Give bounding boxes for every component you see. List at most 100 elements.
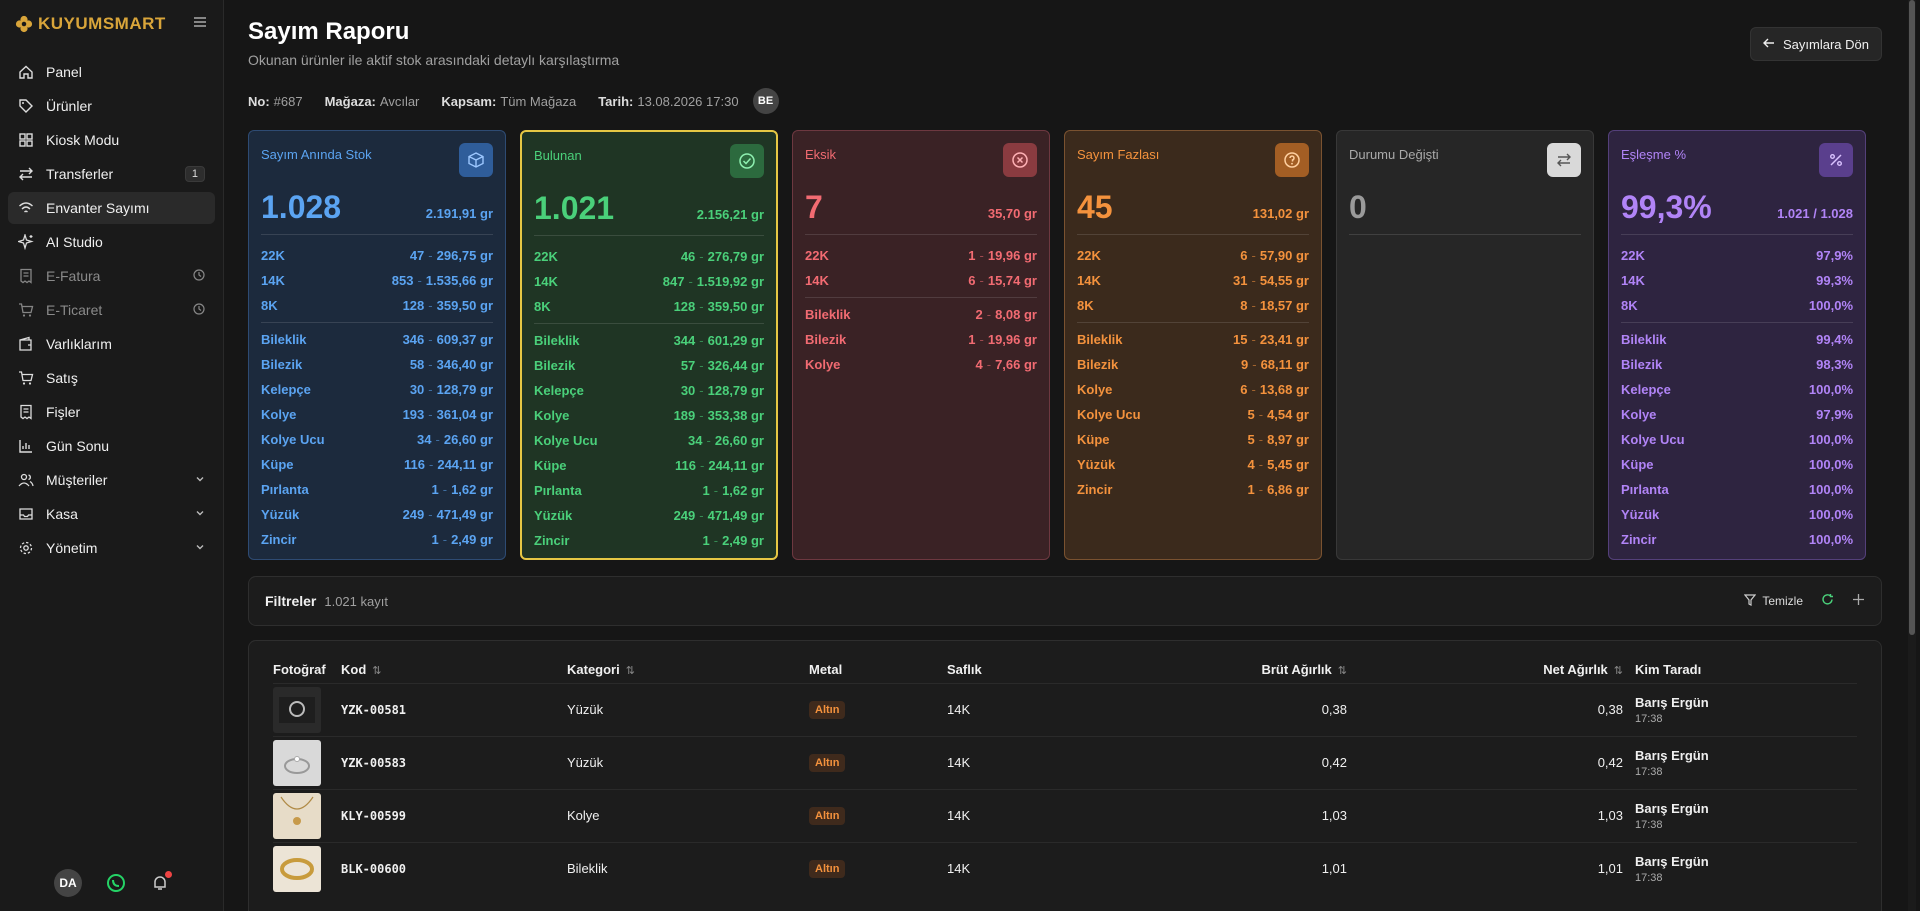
row-separator: - bbox=[428, 298, 433, 313]
row-label: Kolye Ucu bbox=[534, 433, 598, 448]
scan-time: 17:38 bbox=[1635, 818, 1663, 831]
row-weight: 5,45 gr bbox=[1267, 457, 1309, 472]
purity: 14K bbox=[947, 682, 1097, 736]
row-label: Yüzük bbox=[1077, 457, 1116, 472]
sidebar-item-musteriler[interactable]: Müşteriler bbox=[8, 464, 215, 496]
breakdown-row: Kelepçe 30-128,79 gr bbox=[534, 378, 764, 403]
sidebar-item-envanter[interactable]: Envanter Sayımı bbox=[8, 192, 215, 224]
row-weight: 68,11 gr bbox=[1260, 357, 1309, 372]
sidebar-item-yonetim[interactable]: Yönetim bbox=[8, 532, 215, 564]
back-button-label: Sayımlara Dön bbox=[1783, 36, 1869, 52]
card-title: Eksik bbox=[805, 147, 837, 162]
row-weight: 26,60 gr bbox=[714, 433, 764, 448]
breakdown-row: Bileklik 99,4% bbox=[1621, 327, 1853, 352]
avatar[interactable]: DA bbox=[54, 869, 82, 897]
sidebar-item-varliklar[interactable]: Varlıklarım bbox=[8, 328, 215, 360]
whatsapp-icon[interactable] bbox=[106, 873, 126, 893]
row-label: 22K bbox=[261, 248, 285, 263]
col-code[interactable]: Kod ⇅ bbox=[341, 657, 567, 683]
row-label: Bilezik bbox=[805, 332, 847, 347]
breakdown-row: 8K 128-359,50 gr bbox=[534, 294, 764, 319]
sidebar-item-fisler[interactable]: Fişler bbox=[8, 396, 215, 428]
sidebar-item-satis[interactable]: Satış bbox=[8, 362, 215, 394]
row-label: Kolye bbox=[261, 407, 297, 422]
row-count: 189 bbox=[673, 408, 696, 423]
sidebar-item-kasa[interactable]: Kasa bbox=[8, 498, 215, 530]
scrollbar-thumb[interactable] bbox=[1909, 0, 1915, 635]
product-photo[interactable] bbox=[273, 845, 321, 892]
gross-weight: 1,03 bbox=[1097, 788, 1359, 842]
row-label: Kolye bbox=[534, 408, 570, 423]
row-count: 1 bbox=[968, 332, 976, 347]
bell-icon[interactable] bbox=[150, 871, 172, 893]
breakdown-row: Bilezik 1-19,96 gr bbox=[805, 327, 1037, 352]
menu-icon[interactable] bbox=[193, 15, 207, 33]
breakdown-row: Yüzük 4-5,45 gr bbox=[1077, 452, 1309, 477]
row-count: 9 bbox=[1240, 357, 1249, 372]
sidebar-item-label: Envanter Sayımı bbox=[46, 200, 150, 216]
clear-filters-button[interactable]: Temizle bbox=[1744, 593, 1803, 609]
sort-icon: ⇅ bbox=[1337, 665, 1347, 678]
sidebar-item-eticaret[interactable]: E-Ticaret bbox=[8, 294, 215, 326]
sidebar-item-label: Fişler bbox=[46, 404, 81, 420]
metal-cell: Altın bbox=[809, 682, 947, 736]
breakdown-row: 22K 6-57,90 gr bbox=[1077, 243, 1309, 268]
card-surplus: Sayım Fazlası 45 131,02 gr 22K 6-57,90 gr… bbox=[1064, 130, 1322, 560]
card-title: Sayım Anında Stok bbox=[261, 147, 372, 162]
col-gross-weight[interactable]: Brüt Ağırlık ⇅ bbox=[1097, 657, 1359, 683]
sidebar-item-transferler[interactable]: Transferler 1 bbox=[8, 158, 215, 190]
main-content: Sayım Raporu Okunan ürünler ile aktif st… bbox=[224, 0, 1920, 911]
metal-badge: Altın bbox=[809, 753, 846, 772]
card-match-percent: Eşleşme % 99,3% 1.021 / 1.028 22K 97,9% 14… bbox=[1608, 130, 1866, 560]
col-scanned-by: Kim Taradı bbox=[1635, 662, 1702, 678]
product-photo[interactable] bbox=[273, 686, 321, 733]
sidebar-item-kiosk[interactable]: Kiosk Modu bbox=[8, 124, 215, 156]
table-row[interactable]: BLK-00600 Bileklik Altın 14K 1,01 1,01 Barış E… bbox=[273, 841, 1857, 895]
table-row[interactable]: YZK-00581 Yüzük Altın 14K 0,38 0,38 Barış Ergü… bbox=[273, 682, 1857, 736]
group-divider bbox=[534, 323, 764, 324]
product-photo[interactable] bbox=[273, 739, 321, 786]
sidebar-item-gunsonu[interactable]: Gün Sonu bbox=[8, 430, 215, 462]
row-separator: - bbox=[979, 248, 984, 263]
product-category: Yüzük bbox=[567, 735, 809, 789]
refresh-icon[interactable] bbox=[1821, 593, 1834, 609]
cart-icon bbox=[18, 302, 34, 318]
group-divider bbox=[261, 322, 493, 323]
plus-icon[interactable] bbox=[1852, 593, 1865, 609]
breakdown-row: Pırlanta 1-1,62 gr bbox=[534, 478, 764, 503]
sidebar-item-label: Kasa bbox=[46, 506, 78, 522]
breakdown-row: 8K 100,0% bbox=[1621, 293, 1853, 318]
sidebar-item-ai[interactable]: AI Studio bbox=[8, 226, 215, 258]
scanned-by-cell: Barış Ergün 17:38 bbox=[1635, 682, 1857, 736]
product-category: Bileklik bbox=[567, 841, 809, 895]
row-count: 847 bbox=[662, 274, 685, 289]
row-label: Kolye Ucu bbox=[1077, 407, 1141, 422]
col-category[interactable]: Kategori ⇅ bbox=[567, 657, 809, 683]
row-weight: 601,29 gr bbox=[707, 333, 764, 348]
brand-logo-icon bbox=[14, 14, 34, 34]
sidebar-item-urunler[interactable]: Ürünler bbox=[8, 90, 215, 122]
photo-cell bbox=[273, 788, 341, 842]
row-label: Bileklik bbox=[534, 333, 580, 348]
user-avatar[interactable]: BE bbox=[752, 88, 779, 114]
row-percent: 97,9% bbox=[1816, 248, 1853, 263]
col-net-weight[interactable]: Net Ağırlık ⇅ bbox=[1359, 657, 1635, 683]
card-total: 2.191,91 gr bbox=[425, 206, 493, 221]
cube-icon bbox=[459, 143, 493, 177]
table-row[interactable]: YZK-00583 Yüzük Altın 14K 0,42 0,42 Barış Ergü… bbox=[273, 735, 1857, 789]
row-label: Bilezik bbox=[1621, 357, 1663, 372]
sidebar-item-panel[interactable]: Panel bbox=[8, 56, 215, 88]
row-label: 14K bbox=[1077, 273, 1101, 288]
back-to-counts-button[interactable]: Sayımlara Dön bbox=[1750, 27, 1882, 61]
row-count: 46 bbox=[680, 249, 696, 264]
count-meta: No: #687 Mağaza: Avcılar Kapsam: Tüm Mağaza… bbox=[248, 88, 1882, 114]
row-separator: - bbox=[428, 357, 433, 372]
sidebar-item-label: E-Ticaret bbox=[46, 302, 103, 318]
table-row[interactable]: KLY-00599 Kolye Altın 14K 1,03 1,03 Barış Ergü… bbox=[273, 788, 1857, 842]
meta-date: Tarih: 13.08.2026 17:30 bbox=[598, 93, 739, 109]
row-separator: - bbox=[417, 273, 422, 288]
row-separator: - bbox=[986, 307, 992, 322]
sidebar-item-efatura[interactable]: E-Fatura bbox=[8, 260, 215, 292]
row-weight: 353,38 gr bbox=[707, 408, 764, 423]
product-photo[interactable] bbox=[273, 792, 321, 839]
